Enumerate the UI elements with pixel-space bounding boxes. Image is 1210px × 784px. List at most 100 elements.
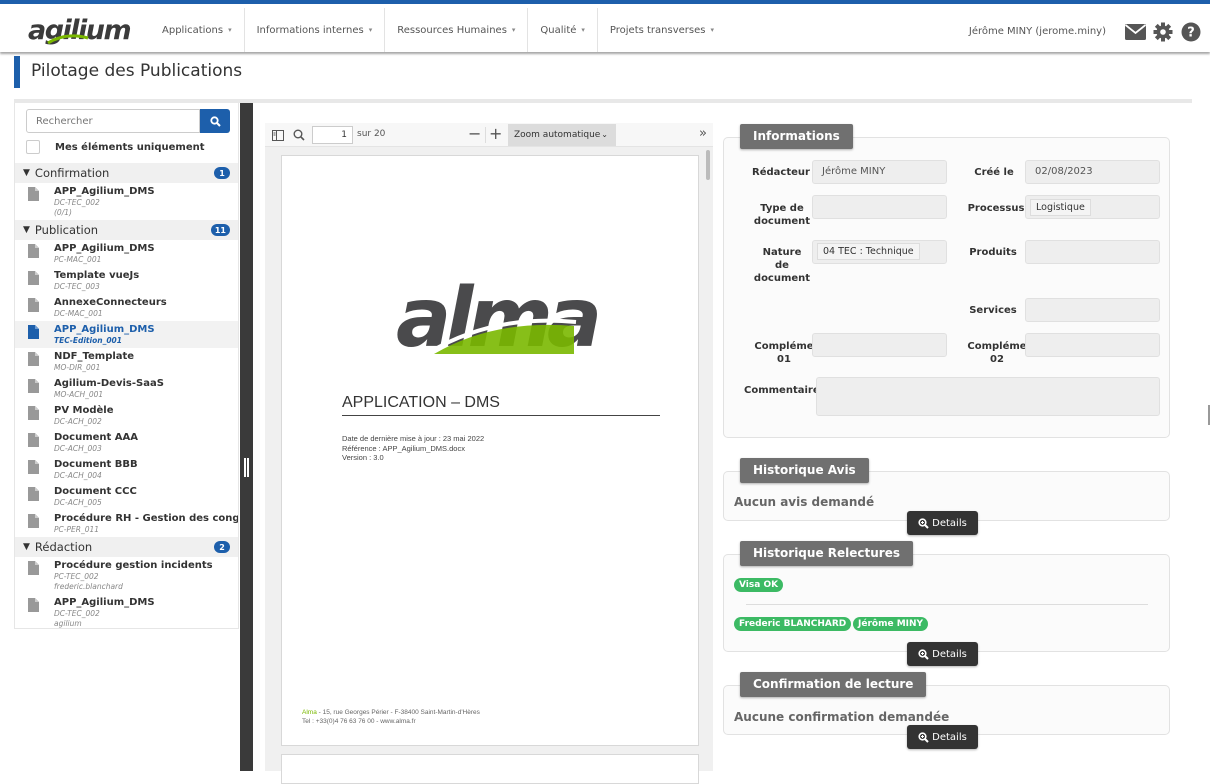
label-line: Nature bbox=[762, 247, 802, 258]
svg-text:agilium: agilium bbox=[28, 15, 131, 46]
services-field bbox=[1025, 298, 1160, 322]
doc-name: Document AAA bbox=[54, 432, 139, 443]
nav-label: Qualité bbox=[540, 24, 577, 36]
mail-icon[interactable] bbox=[1124, 21, 1146, 43]
chevron-down-icon: ⌄ bbox=[601, 130, 608, 139]
list-item[interactable]: Document BBB DC-ACH_004 bbox=[15, 456, 238, 483]
list-item[interactable]: Template vueJs DC-TEC_003 bbox=[15, 267, 238, 294]
list-item[interactable]: Document CCC DC-ACH_005 bbox=[15, 483, 238, 510]
confirmation-details-button[interactable]: Details bbox=[907, 725, 978, 749]
list-item[interactable]: NDF_Template MO-DIR_001 bbox=[15, 348, 238, 375]
agilium-logo[interactable]: agilium bbox=[26, 12, 136, 48]
file-icon bbox=[28, 514, 39, 528]
nature-document-field: 04 TEC : Technique bbox=[812, 240, 947, 264]
label-line: Type de bbox=[760, 203, 804, 214]
doc-code: PC-MAC_001 bbox=[54, 255, 102, 264]
list-item-selected[interactable]: APP_Agilium_DMS TEC-Edition_001 bbox=[15, 321, 238, 348]
redacteur-field: Jérôme MINY bbox=[812, 160, 947, 184]
services-label: Services bbox=[969, 305, 1017, 316]
historique-relectures-details-button[interactable]: Details bbox=[907, 642, 978, 666]
drag-handle-icon[interactable] bbox=[244, 458, 249, 477]
processus-tag: Logistique bbox=[1030, 199, 1091, 216]
label-line: 02 bbox=[990, 354, 1004, 365]
doc-code: DC-ACH_002 bbox=[54, 417, 102, 426]
file-icon bbox=[28, 561, 39, 575]
nav-qualite[interactable]: Qualité ▾ bbox=[527, 8, 596, 52]
produits-field bbox=[1025, 240, 1160, 264]
viewer-scrollbar[interactable] bbox=[706, 150, 710, 180]
type-document-label: Type de document bbox=[752, 202, 812, 228]
pdf-page: alma APPLICATION – DMS Date de dernière … bbox=[281, 155, 699, 746]
file-icon bbox=[28, 460, 39, 474]
search-input[interactable] bbox=[26, 109, 200, 133]
list-item[interactable]: APP_Agilium_DMS PC-MAC_001 bbox=[15, 240, 238, 267]
file-icon bbox=[28, 298, 39, 312]
doc-code: DC-ACH_004 bbox=[54, 471, 102, 480]
confirmation-empty: Aucune confirmation demandée bbox=[734, 710, 950, 724]
page-count: sur 20 bbox=[357, 129, 386, 139]
title-accent-bar bbox=[14, 56, 20, 88]
panel-splitter[interactable] bbox=[240, 103, 253, 771]
viewer-toolbar: sur 20 − + Zoom automatique ⌄ » bbox=[265, 123, 713, 147]
file-icon bbox=[28, 406, 39, 420]
zoom-in-button[interactable]: + bbox=[489, 125, 502, 143]
document-meta: Date de dernière mise à jour : 23 mai 20… bbox=[342, 434, 484, 463]
gear-icon[interactable] bbox=[1152, 21, 1174, 43]
nav-label: Ressources Humaines bbox=[397, 24, 507, 36]
only-mine-checkbox[interactable] bbox=[26, 140, 40, 154]
nav-applications[interactable]: Applications ▾ bbox=[150, 8, 244, 52]
reviewer-badge: Frederic BLANCHARD bbox=[734, 617, 852, 631]
meta-version: Version : 3.0 bbox=[342, 453, 384, 462]
search-box bbox=[26, 109, 230, 133]
doc-name: Template vueJs bbox=[54, 270, 140, 281]
footer-contact: Tel : +33(0)4 76 63 76 00 - www.alma.fr bbox=[302, 718, 416, 725]
historique-avis-details-button[interactable]: Details bbox=[907, 511, 978, 535]
page-number-input[interactable] bbox=[312, 126, 353, 144]
list-item[interactable]: APP_Agilium_DMS DC-TEC_002 (0/1) bbox=[15, 183, 238, 220]
group-confirmation[interactable]: ▼ Confirmation 1 bbox=[15, 163, 238, 183]
list-item[interactable]: Procédure gestion incidents PC-TEC_002 f… bbox=[15, 557, 238, 594]
doc-name: AnnexeConnecteurs bbox=[54, 297, 167, 308]
doc-name: APP_Agilium_DMS bbox=[54, 597, 155, 608]
group-redaction[interactable]: ▼ Rédaction 2 bbox=[15, 537, 238, 557]
nature-document-label: Nature de document bbox=[752, 246, 812, 285]
nav-ressources-humaines[interactable]: Ressources Humaines ▾ bbox=[384, 8, 527, 52]
list-item[interactable]: APP_Agilium_DMS DC-TEC_002 agilium bbox=[15, 594, 238, 628]
more-tools-icon[interactable]: » bbox=[699, 126, 707, 141]
details-label: Details bbox=[932, 731, 967, 743]
zoom-select[interactable]: Zoom automatique ⌄ bbox=[508, 124, 616, 146]
file-icon bbox=[28, 433, 39, 447]
caret-down-icon: ▼ bbox=[23, 168, 30, 178]
alma-logo: alma bbox=[396, 274, 604, 356]
sidebar-toggle-icon[interactable] bbox=[271, 128, 285, 142]
group-publication[interactable]: ▼ Publication 11 bbox=[15, 220, 238, 240]
redacteur-label: Rédacteur bbox=[752, 167, 810, 178]
help-icon[interactable]: ? bbox=[1180, 21, 1202, 43]
find-icon[interactable] bbox=[292, 128, 306, 142]
reviewer-badge: Jérôme MINY bbox=[853, 617, 929, 631]
caret-down-icon: ▾ bbox=[368, 26, 373, 34]
list-item[interactable]: Document AAA DC-ACH_003 bbox=[15, 429, 238, 456]
doc-code: DC-TEC_002 bbox=[54, 198, 100, 207]
list-item[interactable]: PV Modèle DC-ACH_002 bbox=[15, 402, 238, 429]
nav-label: Applications bbox=[162, 24, 224, 36]
doc-code: MO-ACH_001 bbox=[54, 390, 104, 399]
group-label: Confirmation bbox=[34, 166, 110, 180]
caret-down-icon: ▾ bbox=[710, 26, 714, 34]
doc-name: Agilium-Devis-SaaS bbox=[54, 378, 164, 389]
caret-down-icon: ▾ bbox=[511, 26, 516, 34]
nav-informations-internes[interactable]: Informations internes ▾ bbox=[243, 8, 385, 52]
file-icon bbox=[28, 598, 39, 612]
list-item[interactable]: Procédure RH - Gestion des congés PC-PER… bbox=[15, 510, 238, 537]
list-item[interactable]: Agilium-Devis-SaaS MO-ACH_001 bbox=[15, 375, 238, 402]
nav-projets-transverses[interactable]: Projets transverses ▾ bbox=[596, 8, 726, 52]
list-item[interactable]: AnnexeConnecteurs DC-MAC_001 bbox=[15, 294, 238, 321]
file-icon bbox=[28, 487, 39, 501]
zoom-out-button[interactable]: − bbox=[468, 125, 481, 143]
count-badge: 11 bbox=[210, 224, 230, 236]
only-mine-filter[interactable]: Mes éléments uniquement bbox=[26, 140, 205, 154]
label-line: document bbox=[753, 273, 811, 284]
user-name[interactable]: Jérôme MINY (jerome.miny) bbox=[969, 26, 1106, 37]
details-label: Details bbox=[932, 648, 967, 660]
search-button[interactable] bbox=[200, 109, 230, 133]
